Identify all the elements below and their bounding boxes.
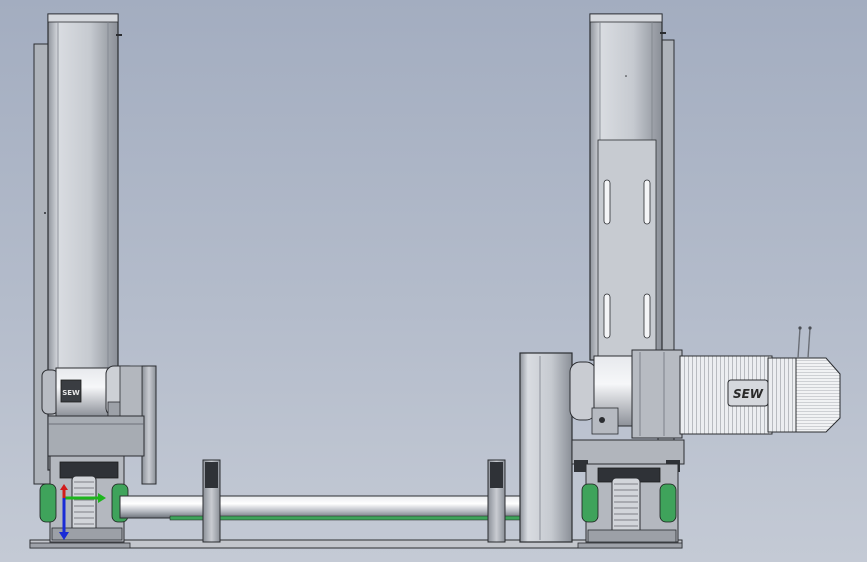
right-roller-assembly — [581, 463, 679, 543]
center-stand-left — [202, 459, 221, 543]
right-motor-brand-label: SEW — [733, 387, 764, 401]
cad-viewport[interactable]: SEW SEW — [0, 0, 867, 562]
right-support-plate — [519, 352, 573, 543]
cad-drawing: SEW SEW — [29, 13, 841, 549]
left-motor-nameplate: SEW — [62, 389, 80, 397]
center-stand-right — [487, 459, 506, 543]
drive-shaft — [119, 495, 523, 521]
base-frame — [29, 539, 683, 549]
